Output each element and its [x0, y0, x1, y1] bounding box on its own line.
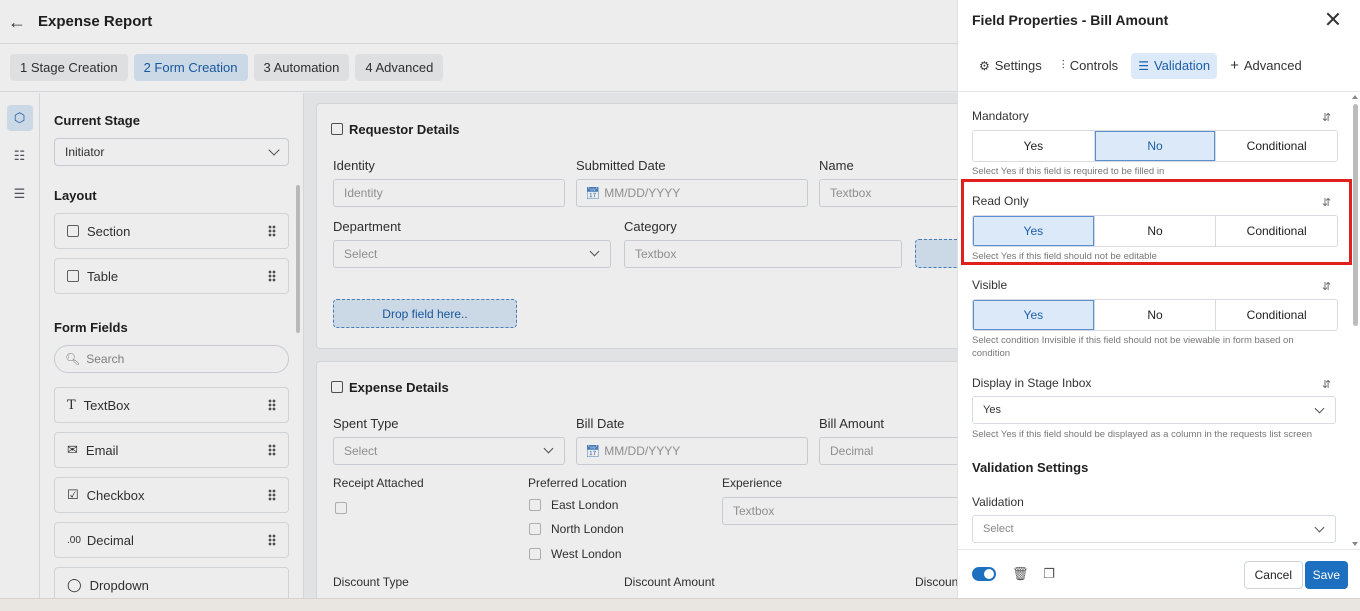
read-only-conditional[interactable]: Conditional	[1215, 216, 1337, 246]
scroll-down-arrow-icon[interactable]	[1352, 542, 1358, 546]
tab-controls-label: Controls	[1069, 58, 1119, 73]
visible-yes[interactable]: Yes	[973, 300, 1094, 330]
mandatory-conditional[interactable]: Conditional	[1215, 131, 1337, 161]
panel-title: Field Properties - Bill Amount	[972, 12, 1169, 28]
field-properties-panel: Field Properties - Bill Amount ⚙ Settings…	[957, 0, 1360, 598]
sort-icon[interactable]: ⇵	[1322, 378, 1334, 391]
validation-placeholder: Select	[983, 523, 1014, 535]
panel-header: Field Properties - Bill Amount	[958, 0, 1360, 40]
read-only-no[interactable]: No	[1093, 216, 1216, 246]
visible-conditional[interactable]: Conditional	[1215, 300, 1337, 330]
display-inbox-value: Yes	[983, 404, 1001, 416]
mandatory-yes[interactable]: Yes	[973, 131, 1094, 161]
visible-label: Visible	[972, 278, 1008, 292]
tab-advanced-label: Advanced	[1243, 58, 1302, 73]
mandatory-hint: Select Yes if this field is required to …	[972, 166, 1165, 177]
sliders-icon: ⫶	[1061, 58, 1065, 72]
close-icon[interactable]	[1326, 12, 1340, 26]
visible-no[interactable]: No	[1093, 300, 1216, 330]
sort-icon[interactable]: ⇵	[1322, 196, 1334, 209]
modal-backdrop[interactable]	[0, 0, 957, 611]
chevron-down-icon	[1314, 522, 1325, 532]
tab-validation[interactable]: ☰ Validation	[1131, 52, 1218, 79]
panel-footer: 🗑︎ ❐ Cancel Save	[958, 549, 1360, 598]
mandatory-label: Mandatory	[972, 109, 1029, 123]
chevron-down-icon	[1314, 403, 1325, 413]
display-inbox-hint: Select Yes if this field should be displ…	[972, 429, 1313, 440]
sort-icon[interactable]: ⇵	[1322, 111, 1334, 124]
panel-scrollbar[interactable]	[1353, 104, 1358, 326]
plus-icon: +	[1230, 57, 1239, 74]
save-button[interactable]: Save	[1304, 561, 1348, 589]
mandatory-no[interactable]: No	[1093, 131, 1216, 161]
gear-icon: ⚙	[979, 58, 990, 73]
display-inbox-label: Display in Stage Inbox	[972, 376, 1092, 390]
cancel-button[interactable]: Cancel	[1243, 561, 1303, 589]
copy-icon[interactable]: ❐	[1042, 567, 1056, 581]
tab-settings[interactable]: ⚙ Settings	[972, 53, 1049, 79]
tab-settings-label: Settings	[994, 58, 1042, 73]
tab-controls[interactable]: ⫶ Controls	[1055, 53, 1125, 79]
scroll-up-arrow-icon[interactable]	[1352, 95, 1358, 99]
panel-body: Mandatory ⇵ Yes No Conditional Select Ye…	[958, 93, 1354, 549]
sort-icon[interactable]: ⇵	[1322, 280, 1334, 293]
enable-toggle[interactable]	[972, 567, 996, 581]
checklist-icon: ☰	[1138, 58, 1149, 73]
visible-hint: Select condition Invisible if this field…	[972, 335, 1294, 359]
os-taskbar	[0, 598, 1360, 611]
trash-icon[interactable]: 🗑︎	[1012, 567, 1029, 581]
visible-toggle: Yes No Conditional	[972, 299, 1338, 331]
read-only-hint: Select Yes if this field should not be e…	[972, 251, 1157, 262]
validation-dropdown[interactable]: Select	[972, 515, 1336, 543]
display-inbox-dropdown[interactable]: Yes	[972, 396, 1336, 424]
validation-settings-title: Validation Settings	[972, 460, 1089, 475]
panel-tabs: ⚙ Settings ⫶ Controls ☰ Validation + Advance…	[958, 40, 1360, 92]
tab-validation-label: Validation	[1153, 58, 1211, 73]
read-only-toggle: Yes No Conditional	[972, 215, 1338, 247]
read-only-label: Read Only	[972, 194, 1029, 208]
mandatory-toggle: Yes No Conditional	[972, 130, 1338, 162]
read-only-yes[interactable]: Yes	[973, 216, 1094, 246]
validation-label: Validation	[972, 495, 1024, 509]
tab-advanced[interactable]: + Advanced	[1223, 53, 1309, 79]
